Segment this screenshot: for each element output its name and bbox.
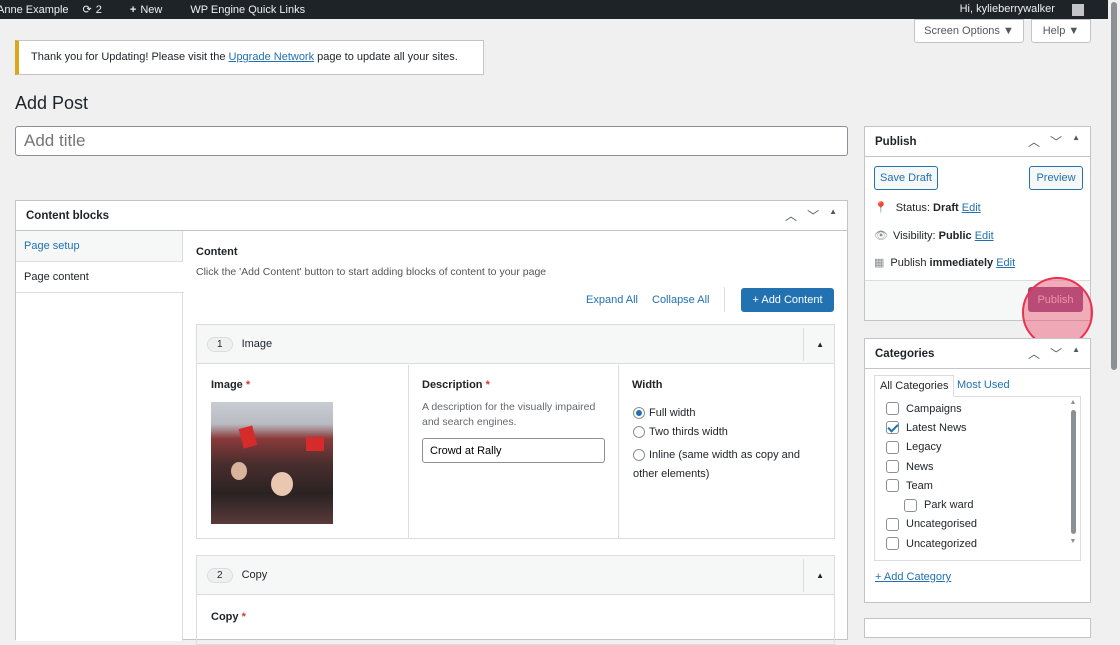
category-checkbox[interactable] [886, 440, 899, 454]
content-tabs: Page setup Page content [16, 231, 184, 641]
category-label: Team [906, 479, 933, 492]
move-up-icon[interactable]: ︿ [1028, 133, 1040, 150]
collapse-toggle-icon[interactable]: ▲ [1072, 133, 1080, 150]
category-item[interactable]: Park ward [886, 495, 1080, 514]
move-down-icon[interactable]: ﹀ [1050, 345, 1062, 362]
width-radio-inline[interactable]: Inline (same width as copy and other ele… [633, 446, 813, 484]
category-checkbox[interactable] [886, 421, 899, 435]
category-label: News [906, 460, 934, 473]
category-checkbox[interactable] [886, 537, 899, 551]
collapse-toggle-icon[interactable]: ▲ [829, 207, 837, 224]
category-checkbox[interactable] [886, 402, 899, 416]
category-label: Campaigns [906, 402, 962, 415]
upgrade-network-link[interactable]: Upgrade Network [229, 51, 315, 63]
content-heading: Content [196, 246, 238, 258]
category-scrollbar[interactable]: ▲ ▼ [1069, 399, 1077, 559]
pin-icon: 📍 [874, 202, 888, 214]
updates-link[interactable]: ⟳ 2 [83, 3, 116, 16]
save-draft-button[interactable]: Save Draft [874, 166, 938, 190]
category-checkbox[interactable] [886, 479, 899, 493]
category-label: Legacy [906, 441, 942, 454]
description-help: A description for the visually impaired … [422, 401, 596, 428]
eye-icon: 👁 [874, 230, 888, 242]
divider [724, 287, 725, 312]
collapse-all-link[interactable]: Collapse All [652, 294, 709, 306]
content-blocks-panel: Content blocks ︿ ﹀ ▲ Page setup Page conten… [15, 200, 848, 645]
block-header[interactable]: 2 Copy ▲ [197, 556, 834, 595]
move-up-icon[interactable]: ︿ [1028, 345, 1040, 362]
width-radio-full[interactable]: Full width [633, 407, 695, 420]
preview-button[interactable]: Preview [1029, 166, 1083, 190]
page-scrollbar[interactable] [1108, 0, 1120, 625]
category-item[interactable]: Uncategorised [886, 515, 1080, 534]
site-name-link[interactable]: Anne Example [0, 4, 69, 16]
description-label: Description [422, 379, 483, 391]
admin-bar: Anne Example ⟳ 2 + New WP Engine Quick Lin… [0, 0, 1108, 19]
add-content-button[interactable]: + Add Content [741, 288, 834, 312]
update-notice: Thank you for Updating! Please visit the… [15, 40, 484, 75]
move-down-icon[interactable]: ﹀ [807, 207, 819, 224]
screen-options-button[interactable]: Screen Options ▼ [914, 19, 1024, 43]
category-checkbox[interactable] [886, 460, 899, 474]
content-blocks-header: Content blocks ︿ ﹀ ▲ [16, 201, 847, 231]
image-label: Image [211, 379, 243, 391]
tab-page-setup[interactable]: Page setup [16, 231, 182, 262]
calendar-icon: ▦ [874, 257, 885, 269]
move-down-icon[interactable]: ﹀ [1050, 133, 1062, 150]
category-checkbox[interactable] [886, 517, 899, 531]
next-panel [864, 618, 1091, 638]
category-checkbox[interactable] [904, 498, 917, 512]
help-button[interactable]: Help ▼ [1031, 19, 1091, 43]
tab-page-content[interactable]: Page content [16, 262, 184, 293]
width-radio-two-thirds[interactable]: Two thirds width [633, 426, 728, 439]
edit-schedule-link[interactable]: Edit [996, 257, 1015, 269]
expand-all-link[interactable]: Expand All [586, 294, 638, 306]
categories-panel: Categories ︿ ﹀ ▲ All Categories Most Used C… [864, 338, 1091, 603]
move-up-icon[interactable]: ︿ [785, 207, 797, 224]
title-input[interactable] [15, 126, 848, 156]
category-item[interactable]: Uncategorized [886, 534, 1080, 553]
category-label: Park ward [924, 499, 974, 512]
description-input[interactable] [422, 438, 605, 463]
width-label: Width [632, 379, 663, 391]
category-item[interactable]: Latest News [886, 418, 1080, 437]
avatar [1072, 3, 1084, 16]
content-block-image: 1 Image ▲ Image * Description * A descript… [196, 324, 835, 539]
block-toggle-icon[interactable]: ▲ [803, 327, 824, 361]
new-link[interactable]: + New [130, 4, 176, 16]
category-label: Latest News [906, 421, 967, 434]
category-item[interactable]: Campaigns [886, 399, 1080, 418]
content-description: Click the 'Add Content' button to start … [196, 266, 547, 278]
category-item[interactable]: Legacy [886, 438, 1080, 457]
add-category-link[interactable]: + Add Category [875, 571, 951, 583]
category-label: Uncategorised [906, 518, 977, 531]
user-greeting[interactable]: Hi, kylieberrywalker [960, 3, 1098, 16]
collapse-toggle-icon[interactable]: ▲ [1072, 345, 1080, 362]
image-thumbnail[interactable] [211, 402, 333, 524]
updates-icon: ⟳ [82, 4, 92, 16]
category-item[interactable]: News [886, 457, 1080, 476]
tab-all-categories[interactable]: All Categories [874, 375, 955, 397]
tab-most-used[interactable]: Most Used [957, 379, 1010, 391]
block-toggle-icon[interactable]: ▲ [803, 558, 824, 592]
edit-status-link[interactable]: Edit [962, 202, 981, 214]
plus-icon: + [129, 3, 137, 16]
quick-links[interactable]: WP Engine Quick Links [190, 4, 305, 16]
category-item[interactable]: Team [886, 476, 1080, 495]
category-label: Uncategorized [906, 537, 977, 550]
content-block-copy: 2 Copy ▲ Copy * [196, 555, 835, 645]
category-list: Campaigns Latest News Legacy News Team Park w… [874, 396, 1081, 561]
edit-visibility-link[interactable]: Edit [975, 230, 994, 242]
page-title: Add Post [15, 93, 89, 113]
copy-label: Copy [211, 611, 239, 623]
block-header[interactable]: 1 Image ▲ [197, 325, 834, 364]
